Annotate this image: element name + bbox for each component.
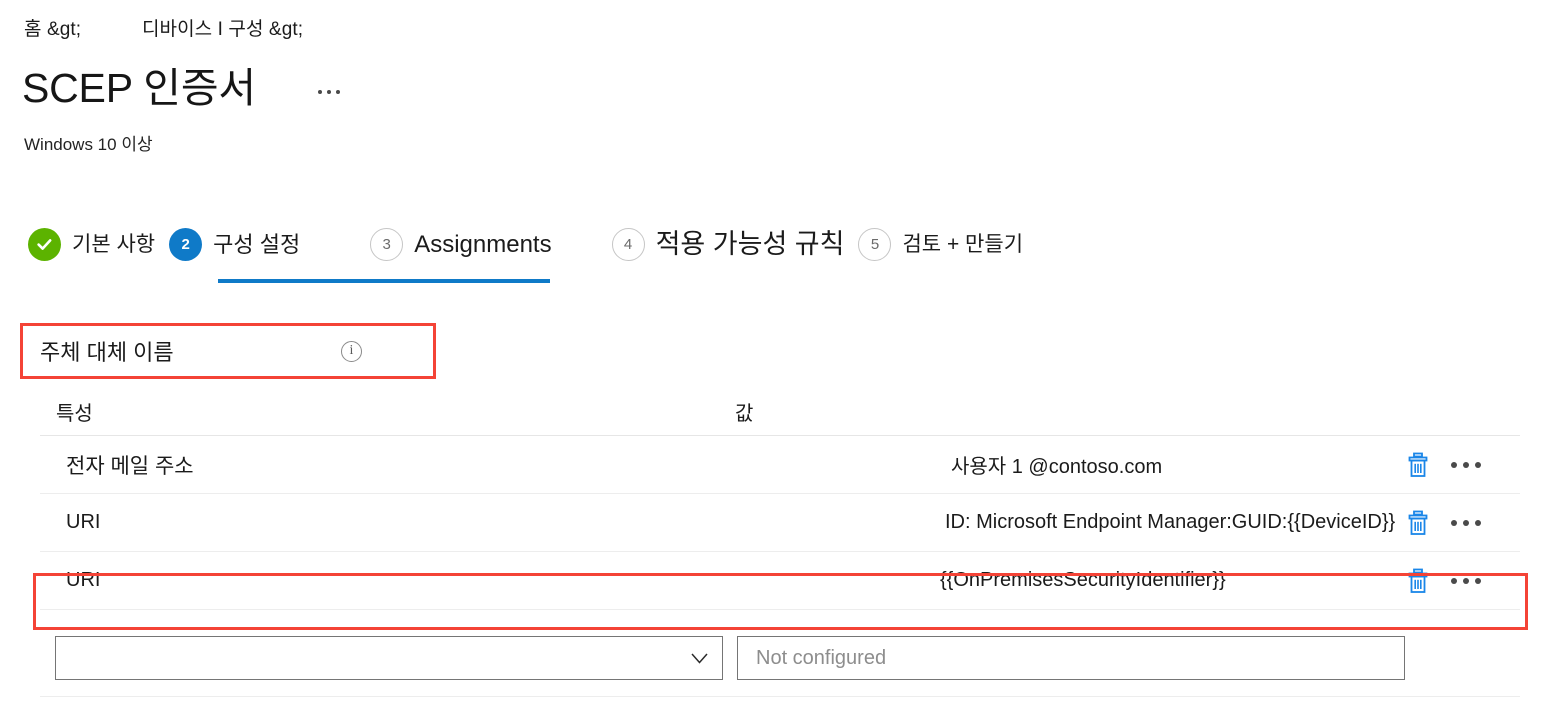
wizard-steps: 기본 사항 2 구성 설정 3 Assignments 4 적용 가능성 규칙 … bbox=[28, 228, 1023, 261]
ellipsis-dot-icon bbox=[335, 90, 340, 95]
subject-alternative-name-table: 특성 값 전자 메일 주소 사용자 1 @contoso.com URI ID:… bbox=[40, 388, 1520, 610]
wizard-step-label-review-create: 검토 + 만들기 bbox=[902, 233, 1024, 256]
breadcrumb: 홈 &gt; 디바이스 I 구성 &gt; bbox=[24, 14, 303, 41]
value-input[interactable] bbox=[754, 645, 1404, 671]
cell-attribute: URI bbox=[66, 511, 101, 533]
step-number-badge: 4 bbox=[611, 228, 645, 261]
ellipsis-dot-icon bbox=[1451, 461, 1457, 468]
wizard-step-assignments[interactable]: 3 Assignments bbox=[370, 228, 552, 261]
wizard-step-label-applicability-rules: 적용 가능성 규칙 bbox=[655, 229, 845, 259]
column-header-value: 값 bbox=[735, 403, 754, 425]
table-row[interactable]: URI ID: Microsoft Endpoint Manager:GUID:… bbox=[40, 494, 1520, 552]
wizard-step-label-basics: 기본 사항 bbox=[72, 233, 156, 256]
cell-value: ID: Microsoft Endpoint Manager:GUID:{{De… bbox=[945, 511, 1396, 533]
wizard-step-review-create[interactable]: 5 검토 + 만들기 bbox=[858, 228, 1023, 261]
page-more-actions-button[interactable] bbox=[317, 82, 340, 95]
cell-value: 사용자 1 @contoso.com bbox=[951, 456, 1163, 478]
value-input-wrapper bbox=[737, 636, 1405, 680]
row-more-actions-button[interactable] bbox=[1451, 577, 1481, 584]
check-circle-icon bbox=[28, 228, 61, 261]
ellipsis-dot-icon bbox=[1475, 519, 1481, 526]
ellipsis-dot-icon bbox=[1475, 577, 1481, 584]
cell-attribute: 전자 메일 주소 bbox=[66, 454, 194, 478]
wizard-step-basics[interactable]: 기본 사항 bbox=[28, 228, 155, 261]
row-actions bbox=[1405, 451, 1520, 479]
ellipsis-dot-icon bbox=[326, 90, 331, 95]
wizard-step-configuration-settings[interactable]: 2 구성 설정 bbox=[169, 228, 300, 261]
table-header-row: 특성 값 bbox=[40, 388, 1520, 436]
delete-icon[interactable] bbox=[1405, 509, 1431, 537]
ellipsis-dot-icon bbox=[1475, 461, 1481, 468]
table-row[interactable]: 전자 메일 주소 사용자 1 @contoso.com bbox=[40, 436, 1520, 494]
cell-value: {{OnPremisesSecurityIdentifier}} bbox=[940, 569, 1226, 591]
wizard-step-applicability-rules[interactable]: 4 적용 가능성 규칙 bbox=[611, 228, 845, 261]
column-header-attribute: 특성 bbox=[56, 403, 93, 425]
ellipsis-dot-icon bbox=[1463, 519, 1469, 526]
cell-attribute: URI bbox=[66, 569, 101, 591]
row-actions bbox=[1405, 567, 1520, 595]
page-title: SCEP 인증서 bbox=[22, 65, 256, 111]
delete-icon[interactable] bbox=[1405, 451, 1431, 479]
wizard-step-label-assignments: Assignments bbox=[414, 230, 552, 258]
row-more-actions-button[interactable] bbox=[1451, 519, 1481, 526]
row-more-actions-button[interactable] bbox=[1451, 461, 1481, 468]
page-header: SCEP 인증서 bbox=[22, 66, 340, 110]
wizard-active-step-underline bbox=[218, 279, 550, 283]
new-entry-row bbox=[55, 636, 1405, 680]
ellipsis-dot-icon bbox=[1451, 577, 1457, 584]
ellipsis-dot-icon bbox=[1463, 577, 1469, 584]
ellipsis-dot-icon bbox=[1463, 461, 1469, 468]
page-subtitle: Windows 10 이상 bbox=[24, 135, 153, 154]
subject-alternative-name-section-header: 주체 대체 이름 i bbox=[20, 323, 436, 379]
ellipsis-dot-icon bbox=[317, 90, 322, 95]
chevron-down-icon bbox=[691, 653, 708, 664]
attribute-select[interactable] bbox=[55, 636, 723, 680]
table-bottom-divider bbox=[40, 696, 1520, 697]
section-title: 주체 대체 이름 bbox=[40, 340, 174, 365]
table-row[interactable]: URI {{OnPremisesSecurityIdentifier}} bbox=[40, 552, 1520, 610]
delete-icon[interactable] bbox=[1405, 567, 1431, 595]
step-number-badge: 5 bbox=[858, 228, 892, 261]
breadcrumb-item-home[interactable]: 홈 &gt; bbox=[24, 14, 81, 41]
info-icon[interactable]: i bbox=[341, 340, 362, 362]
step-number-badge: 2 bbox=[169, 228, 203, 261]
ellipsis-dot-icon bbox=[1451, 519, 1457, 526]
wizard-step-label-configuration-settings: 구성 설정 bbox=[213, 231, 301, 257]
breadcrumb-item-devices-configuration[interactable]: 디바이스 I 구성 &gt; bbox=[142, 14, 303, 41]
step-number-badge: 3 bbox=[370, 228, 404, 261]
row-actions bbox=[1405, 509, 1520, 537]
